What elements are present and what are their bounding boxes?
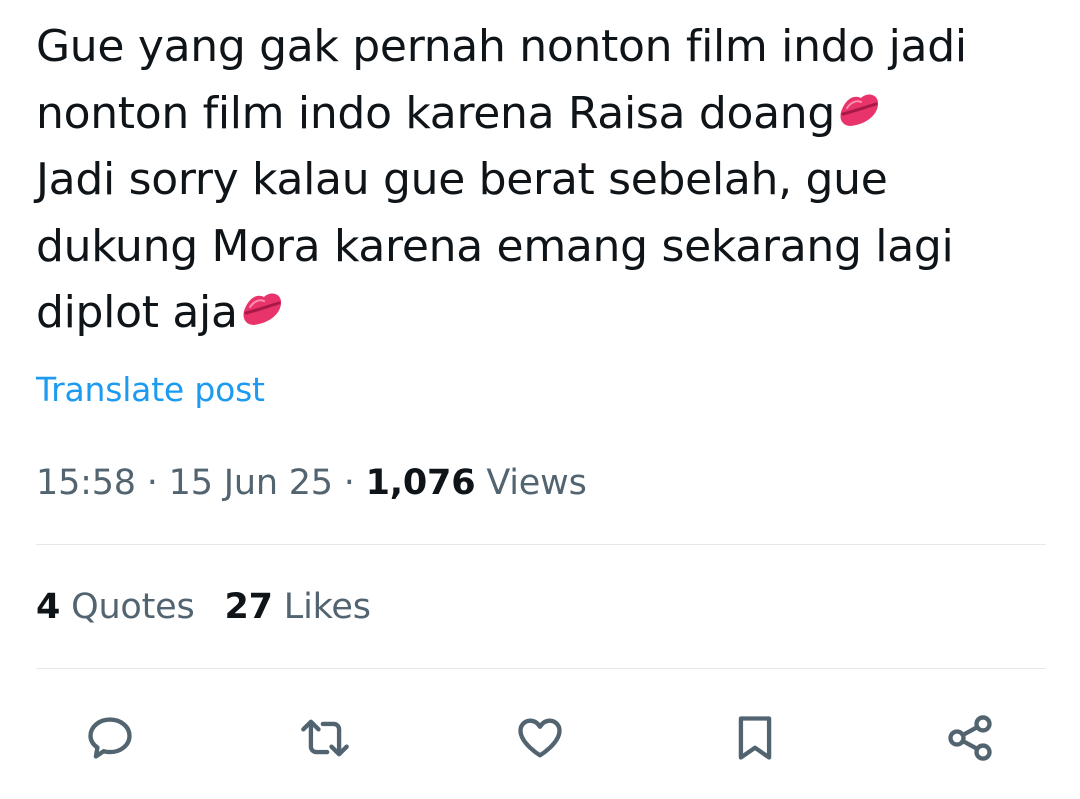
post-time[interactable]: 15:58	[36, 463, 136, 503]
reply-icon	[88, 717, 132, 759]
post-text-line: Jadi sorry kalau gue berat sebelah, gue	[36, 154, 888, 205]
post-text-line: diplot aja	[36, 280, 1046, 347]
post-text: Gue yang gak pernah nonton film indo jad…	[36, 14, 1046, 347]
quotes-count: 4	[36, 587, 61, 627]
reply-button[interactable]	[80, 708, 140, 768]
meta-separator: ·	[135, 463, 169, 503]
bookmark-button[interactable]	[725, 708, 785, 768]
share-icon	[948, 715, 992, 761]
likes-stat[interactable]: 27 Likes	[225, 587, 371, 627]
share-button[interactable]	[940, 708, 1000, 768]
translate-post-link[interactable]: Translate post	[36, 370, 265, 409]
post-metadata: 15:58 · 15 Jun 25 · 1,076 Views	[36, 463, 587, 503]
post-stats: 4 Quotes 27 Likes	[36, 587, 401, 627]
repost-icon	[301, 719, 349, 757]
like-button[interactable]	[510, 708, 570, 768]
repost-button[interactable]	[295, 708, 355, 768]
divider	[36, 544, 1046, 545]
post-text-segment: diplot aja	[36, 287, 238, 338]
post-text-line: dukung Mora karena emang sekarang lagi	[36, 220, 954, 272]
post-date[interactable]: 15 Jun 25	[169, 463, 333, 503]
post-text-line: Gue yang gak pernah nonton film indo jad…	[36, 21, 967, 72]
like-icon	[518, 718, 562, 758]
views-count: 1,076	[365, 463, 476, 503]
bookmark-icon	[738, 716, 772, 760]
post-text-line: nonton film indo karena Raisa doang	[36, 81, 1046, 148]
meta-separator: ·	[332, 463, 366, 503]
kiss-mark-emoji	[840, 94, 879, 126]
post-text-segment: nonton film indo karena Raisa doang	[36, 87, 835, 139]
quotes-label: Quotes	[71, 587, 195, 627]
action-bar	[0, 708, 1080, 768]
views-label: Views	[486, 463, 587, 503]
likes-label: Likes	[283, 587, 371, 627]
quotes-stat[interactable]: 4 Quotes	[36, 587, 195, 627]
likes-count: 27	[224, 587, 274, 627]
divider	[36, 668, 1046, 669]
kiss-mark-emoji	[243, 293, 281, 325]
